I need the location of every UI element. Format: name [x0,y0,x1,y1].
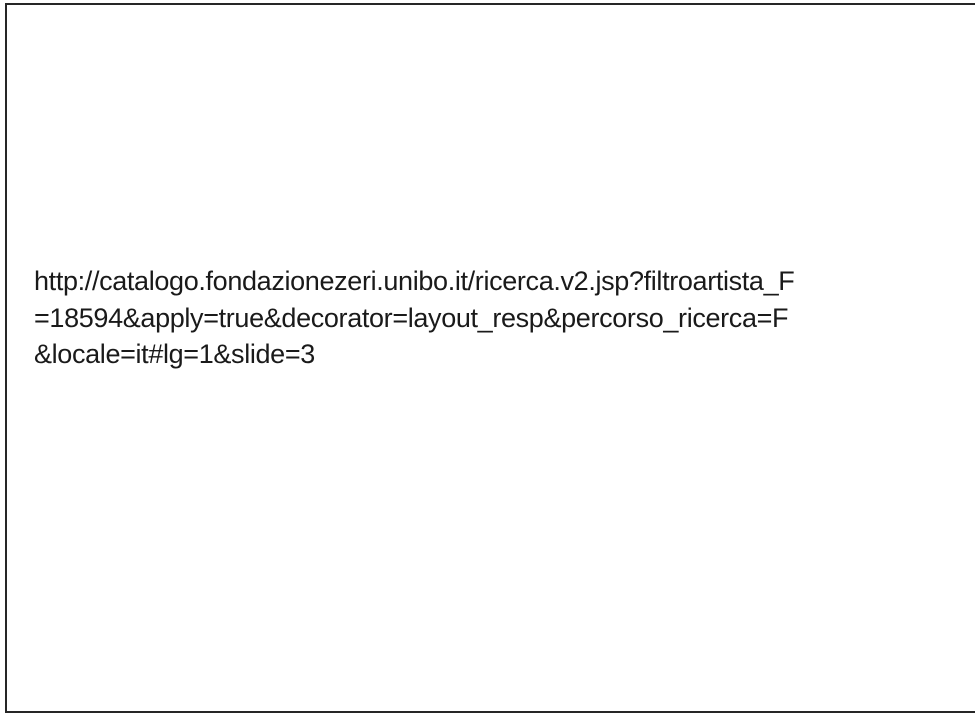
url-line-2: =18594&apply=true&decorator=layout_resp&… [34,302,789,333]
url-line-3: &locale=it#lg=1&slide=3 [34,339,315,369]
url-line-1: http://catalogo.fondazionezeri.unibo.it/… [34,266,795,296]
url-text-block: http://catalogo.fondazionezeri.unibo.it/… [34,263,974,373]
